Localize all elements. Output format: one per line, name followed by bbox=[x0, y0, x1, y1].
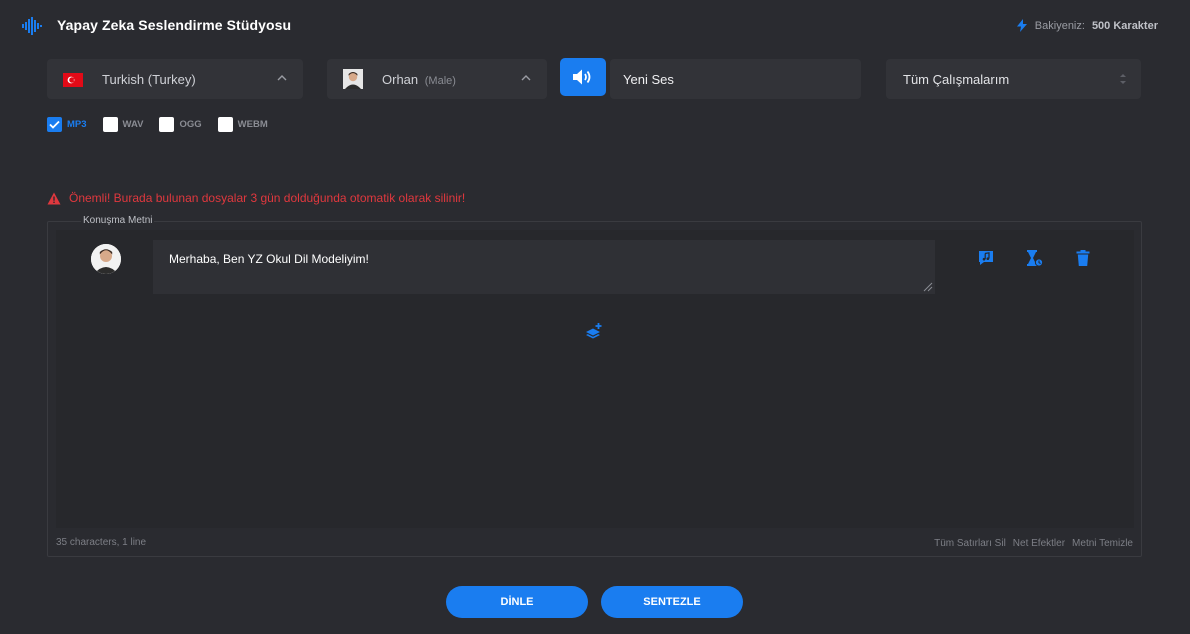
balance-label: Bakiyeniz: bbox=[1034, 19, 1085, 32]
checkmark-icon bbox=[49, 120, 60, 129]
checkbox-unchecked[interactable] bbox=[217, 117, 233, 132]
app-title: Yapay Zeka Seslendirme Stüdyosu bbox=[57, 17, 292, 33]
checkbox-checked[interactable] bbox=[47, 117, 62, 132]
soundwave-logo-icon bbox=[22, 17, 42, 35]
line-speaker-avatar[interactable] bbox=[91, 244, 121, 274]
checkbox-unchecked[interactable] bbox=[102, 117, 118, 132]
chevron-up-icon bbox=[521, 75, 531, 81]
deletion-warning: Önemli! Burada bulunan dosyalar 3 gün do… bbox=[47, 191, 465, 205]
voice-avatar-icon bbox=[343, 69, 363, 89]
voice-value: Orhan (Male) bbox=[382, 72, 456, 87]
format-wav-checkbox[interactable]: WAV bbox=[102, 117, 144, 132]
select-arrows-icon bbox=[1120, 74, 1126, 84]
format-ogg-checkbox[interactable]: OGG bbox=[159, 117, 202, 132]
turkey-flag-icon bbox=[63, 73, 83, 87]
speech-text-legend: Konuşma Metni bbox=[81, 215, 155, 226]
character-count: 35 characters, 1 line bbox=[56, 537, 147, 548]
voice-select[interactable]: Orhan (Male) bbox=[327, 59, 547, 99]
music-note-icon[interactable] bbox=[977, 249, 995, 267]
format-label: MP3 bbox=[67, 119, 87, 130]
balance-indicator: Bakiyeniz: 500 Karakter bbox=[1016, 19, 1158, 32]
editor-footer-links: Tüm Satırları Sil Net Efektler Metni Tem… bbox=[934, 538, 1133, 549]
listen-button[interactable]: DİNLE bbox=[446, 586, 588, 618]
speaker-avatar-icon bbox=[91, 244, 121, 274]
format-webm-checkbox[interactable]: WEBM bbox=[217, 117, 268, 132]
language-select[interactable]: Turkish (Turkey) bbox=[47, 59, 303, 99]
app-header: Yapay Zeka Seslendirme Stüdyosu Bakiyeni… bbox=[0, 0, 1190, 52]
works-select[interactable]: Tüm Çalışmalarım bbox=[886, 59, 1141, 99]
resize-handle-icon[interactable] bbox=[921, 280, 933, 292]
warning-triangle-icon bbox=[47, 192, 61, 204]
warning-text: Önemli! Burada bulunan dosyalar 3 gün do… bbox=[69, 191, 466, 205]
format-label: WAV bbox=[122, 119, 144, 130]
preview-voice-button[interactable] bbox=[560, 58, 606, 96]
chevron-up-icon bbox=[277, 75, 287, 81]
synthesize-button[interactable]: SENTEZLE bbox=[601, 586, 743, 618]
format-options: MP3 WAV OGG WEBM bbox=[47, 117, 268, 132]
language-value: Turkish (Turkey) bbox=[102, 72, 196, 87]
format-label: OGG bbox=[179, 119, 202, 130]
voice-gender: (Male) bbox=[424, 75, 456, 87]
format-label: WEBM bbox=[237, 119, 268, 130]
net-effects-link[interactable]: Net Efektler bbox=[1013, 538, 1065, 549]
checkbox-unchecked[interactable] bbox=[159, 117, 175, 132]
voice-name: Orhan bbox=[382, 72, 419, 87]
hourglass-timer-icon[interactable] bbox=[1025, 249, 1043, 267]
format-mp3-checkbox[interactable]: MP3 bbox=[47, 117, 87, 132]
project-name-input[interactable] bbox=[610, 59, 861, 99]
works-value: Tüm Çalışmalarım bbox=[903, 72, 1010, 87]
lightning-icon bbox=[1016, 19, 1027, 32]
speaker-icon bbox=[573, 69, 591, 85]
balance-value: 500 Karakter bbox=[1091, 19, 1158, 32]
line-text-input[interactable]: Merhaba, Ben YZ Okul Dil Modeliyim! bbox=[153, 240, 935, 294]
trash-icon[interactable] bbox=[1074, 249, 1092, 267]
clean-text-link[interactable]: Metni Temizle bbox=[1072, 538, 1133, 549]
clear-all-lines-link[interactable]: Tüm Satırları Sil bbox=[934, 538, 1006, 549]
add-line-layers-icon[interactable] bbox=[585, 322, 603, 340]
